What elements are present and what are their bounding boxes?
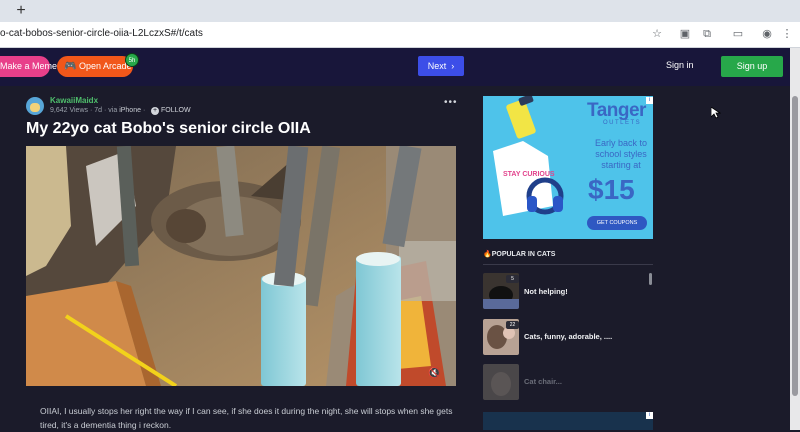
list-item[interactable]: Cats, funny, adorable, .... — [524, 332, 612, 341]
post-views: 9,642 Views — [50, 107, 89, 114]
ad-info-icon[interactable]: i — [646, 412, 653, 419]
browser-tab-strip: + — [0, 0, 800, 22]
list-item[interactable]: Not helping! — [524, 287, 568, 296]
popular-scrollbar[interactable] — [649, 273, 652, 285]
sign-up-button[interactable]: Sign up — [721, 56, 783, 77]
post-meta: 9,642 Views · 7d · via iPhone · — [50, 107, 146, 114]
via-label: via — [108, 107, 118, 114]
ad-banner-secondary[interactable]: i — [483, 412, 653, 430]
next-label: Next — [427, 61, 447, 71]
new-tab-button[interactable]: + — [12, 2, 30, 20]
next-button[interactable]: Next › — [418, 56, 464, 76]
cat-photo-illustration — [26, 146, 456, 386]
divider — [483, 264, 653, 265]
profile-icon[interactable]: ◉ — [760, 27, 774, 41]
thumbnail-image — [483, 364, 519, 400]
post-age: 7d — [94, 107, 103, 114]
ad-info-icon[interactable]: i — [646, 97, 653, 104]
comment-count-badge: 22 — [506, 321, 519, 329]
ad-shirt-text: STAY CURIOUS — [503, 171, 555, 178]
popular-heading: 🔥POPULAR IN CATS — [483, 251, 556, 258]
get-coupons-button[interactable]: GET COUPONS — [587, 216, 647, 230]
plus-icon: + — [151, 107, 159, 115]
camera-icon[interactable]: ▣ — [678, 27, 692, 41]
ad-subbrand: OUTLETS — [603, 120, 642, 126]
make-meme-button[interactable]: Make a Meme — [0, 56, 57, 77]
sign-in-link[interactable]: Sign in — [666, 60, 694, 70]
arcade-badge: 5h — [125, 53, 139, 67]
gamepad-icon: 🎮 — [64, 61, 77, 72]
address-bar[interactable]: o-cat-bobos-senior-circle-oiia-L2LczxS#/… — [0, 28, 203, 39]
cast-icon[interactable]: ▭ — [731, 27, 745, 41]
bookmark-star-icon[interactable]: ☆ — [650, 27, 664, 41]
more-options-icon[interactable]: ••• — [444, 97, 458, 108]
post-username[interactable]: KawaiiMaidx — [50, 96, 98, 105]
open-arcade-button[interactable]: 🎮 Open Arcade — [57, 56, 133, 77]
ad-tagline: Early back to school styles starting at — [594, 138, 648, 170]
mute-icon[interactable]: 🔇 — [428, 368, 440, 379]
comment-count-badge: 5 — [506, 275, 519, 283]
post-title: My 22yo cat Bobo's senior circle OIIA — [26, 120, 311, 137]
post-media[interactable] — [26, 146, 456, 386]
chevron-right-icon: › — [448, 61, 455, 71]
post-caption: OIIAI, I usually stops her right the way… — [40, 406, 453, 430]
extensions-icon[interactable]: ⧉ — [700, 27, 714, 41]
open-arcade-label: Open Arcade — [79, 61, 132, 71]
menu-dots-icon[interactable]: ⋮ — [780, 27, 794, 41]
follow-button[interactable]: + FOLLOW — [151, 107, 191, 115]
fire-icon: 🔥 — [483, 251, 492, 258]
list-item-thumb[interactable] — [483, 364, 519, 400]
post-device: iPhone — [119, 107, 141, 114]
follow-label: FOLLOW — [161, 107, 191, 114]
avatar[interactable] — [26, 97, 44, 115]
scrollbar-thumb[interactable] — [792, 96, 798, 396]
mouse-cursor-icon — [711, 107, 721, 119]
list-item[interactable]: Cat chair... — [524, 377, 562, 386]
ad-brand: Tanger — [587, 100, 646, 121]
ad-price: $15 — [588, 174, 635, 205]
browser-toolbar: o-cat-bobos-senior-circle-oiia-L2LczxS#/… — [0, 22, 800, 48]
